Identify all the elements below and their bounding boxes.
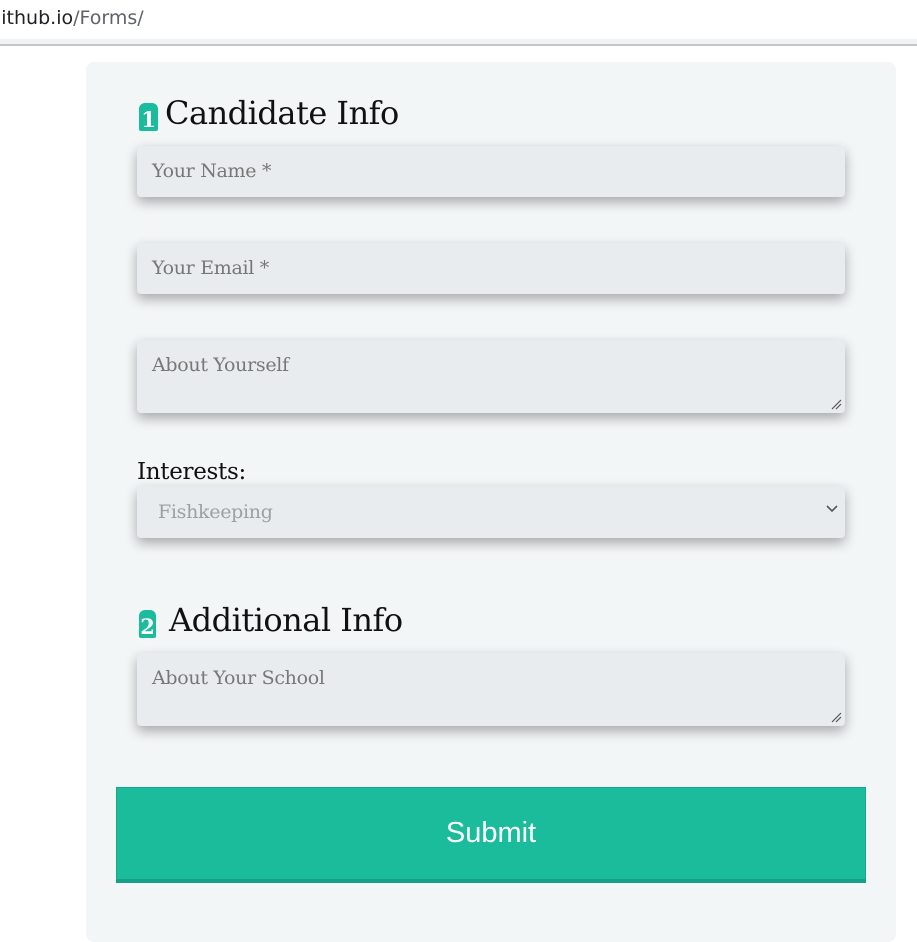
address-bar[interactable]: jithub.io/Forms/ — [0, 0, 917, 39]
about-school-textarea[interactable]: About Your School — [137, 653, 845, 726]
resize-handle-icon[interactable] — [831, 712, 842, 723]
section-title: Additional Info — [169, 601, 403, 639]
step-number-badge: 1 — [139, 103, 158, 132]
page-top-border — [0, 44, 917, 46]
submit-button[interactable]: Submit — [116, 787, 866, 883]
section-header-candidate-info: 1 Candidate Info — [139, 93, 399, 133]
resize-handle-icon[interactable] — [831, 399, 842, 410]
interests-select[interactable]: Fishkeeping — [137, 486, 845, 538]
form-card: 1 Candidate Info Your Name * Your Email … — [86, 62, 896, 942]
name-input[interactable]: Your Name * — [137, 146, 845, 197]
email-input[interactable]: Your Email * — [137, 243, 845, 294]
step-number-badge: 2 — [139, 610, 156, 639]
interests-selected-value: Fishkeeping — [158, 501, 273, 523]
chevron-down-icon — [826, 505, 838, 513]
url-host: jithub.io — [0, 7, 74, 29]
about-yourself-textarea[interactable]: About Yourself — [137, 340, 845, 413]
section-header-additional-info: 2 Additional Info — [139, 600, 403, 640]
url-path: /Forms/ — [73, 7, 144, 29]
email-placeholder: Your Email * — [152, 257, 269, 279]
about-school-placeholder: About Your School — [152, 667, 325, 689]
name-placeholder: Your Name * — [152, 160, 272, 182]
section-title: Candidate Info — [165, 94, 399, 132]
interests-label: Interests: — [137, 459, 246, 485]
about-yourself-placeholder: About Yourself — [152, 354, 289, 376]
